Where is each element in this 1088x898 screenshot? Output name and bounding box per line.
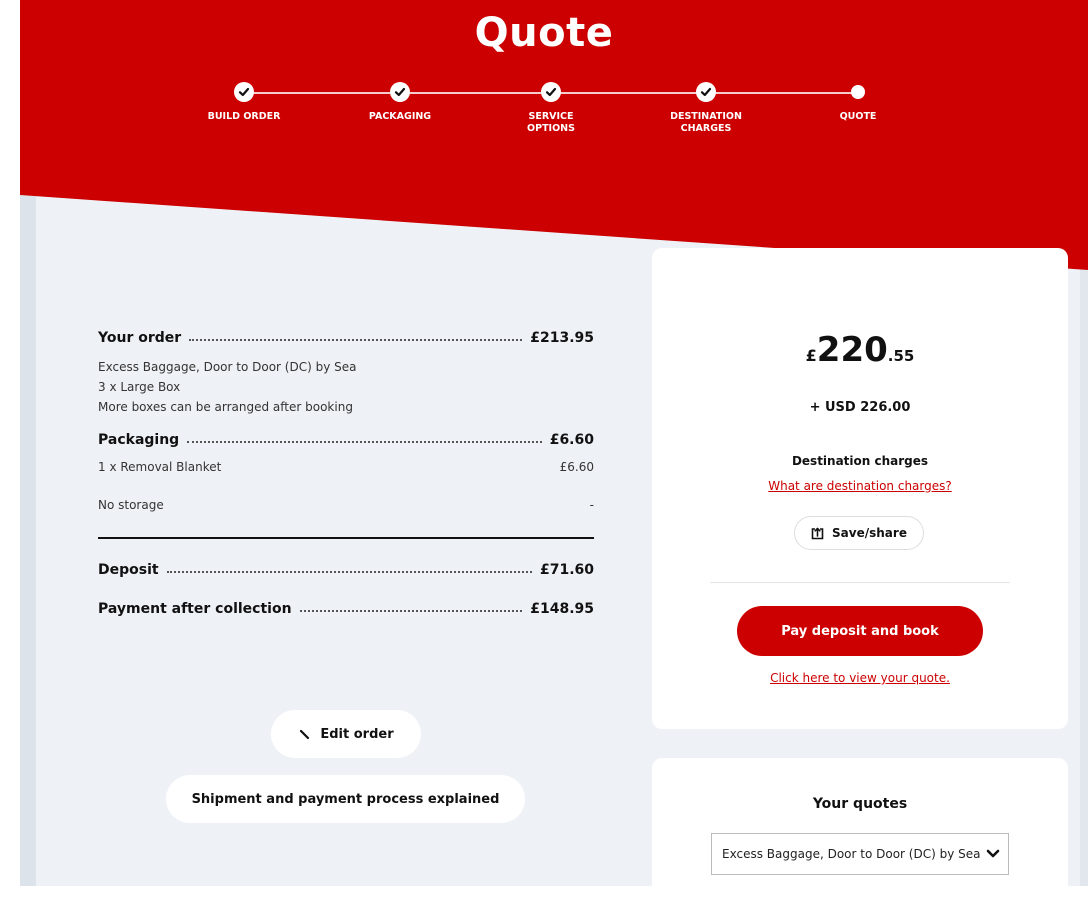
step-packaging[interactable]: PACKAGING	[335, 82, 465, 123]
step-done-dot	[234, 82, 254, 102]
chevron-down-icon	[986, 849, 1000, 858]
step-label: DESTINATION CHARGES	[670, 111, 742, 134]
order-summary: Your order £213.95 Excess Baggage, Door …	[98, 330, 594, 617]
step-label: BUILD ORDER	[207, 111, 281, 122]
order-detail-note: More boxes can be arranged after booking	[98, 400, 353, 414]
pay-deposit-button[interactable]: Pay deposit and book	[737, 606, 983, 656]
quote-select[interactable]: Excess Baggage, Door to Door (DC) by Sea	[711, 833, 1009, 875]
step-service-options[interactable]: SERVICE OPTIONS	[486, 82, 616, 135]
destination-charges-link-wrap: What are destination charges?	[652, 475, 1068, 494]
summary-divider	[98, 537, 594, 539]
step-current-dot	[851, 85, 865, 99]
step-label: QUOTE	[839, 111, 877, 122]
step-label: PACKAGING	[368, 111, 432, 122]
total-price: £220.55	[805, 330, 915, 370]
storage-row: No storage -	[98, 498, 594, 512]
process-explained-button[interactable]: Shipment and payment process explained	[166, 775, 525, 823]
destination-charges-link[interactable]: What are destination charges?	[768, 479, 952, 493]
progress-stepper: BUILD ORDER PACKAGING SERVICE OPTIONS DE…	[0, 82, 1088, 152]
card-divider	[710, 582, 1010, 583]
step-done-dot	[390, 82, 410, 102]
destination-charges-label: Destination charges	[791, 454, 929, 468]
price-card: £220.55 + USD 226.00 Destination charges…	[652, 248, 1068, 729]
usd-amount: + USD 226.00	[809, 400, 911, 415]
order-detail-boxes: 3 x Large Box	[98, 380, 181, 394]
check-icon	[394, 87, 406, 97]
check-icon	[700, 87, 712, 97]
step-build-order[interactable]: BUILD ORDER	[179, 82, 309, 123]
packaging-row: Packaging £6.60	[98, 432, 594, 448]
save-share-button[interactable]: Save/share	[794, 516, 924, 550]
order-detail-service: Excess Baggage, Door to Door (DC) by Sea	[98, 360, 357, 374]
check-icon	[545, 87, 557, 97]
edit-order-button[interactable]: Edit order	[271, 710, 421, 758]
your-order-row: Your order £213.95	[98, 330, 594, 346]
step-done-dot	[541, 82, 561, 102]
your-quotes-card: Your quotes Excess Baggage, Door to Door…	[652, 758, 1068, 898]
your-quotes-title: Your quotes	[812, 796, 908, 812]
step-done-dot	[696, 82, 716, 102]
step-quote: QUOTE	[793, 82, 923, 123]
share-icon	[811, 527, 824, 539]
view-quote-link-wrap: Click here to view your quote.	[652, 667, 1068, 686]
view-quote-link[interactable]: Click here to view your quote.	[770, 671, 950, 685]
packaging-item-row: 1 x Removal Blanket £6.60	[98, 460, 594, 474]
check-icon	[238, 87, 250, 97]
page-title: Quote	[474, 10, 614, 56]
step-destination-charges[interactable]: DESTINATION CHARGES	[641, 82, 771, 135]
pencil-icon	[300, 729, 310, 740]
deposit-row: Deposit £71.60	[98, 562, 594, 578]
after-collection-row: Payment after collection £148.95	[98, 601, 594, 617]
step-label: SERVICE OPTIONS	[527, 111, 575, 134]
